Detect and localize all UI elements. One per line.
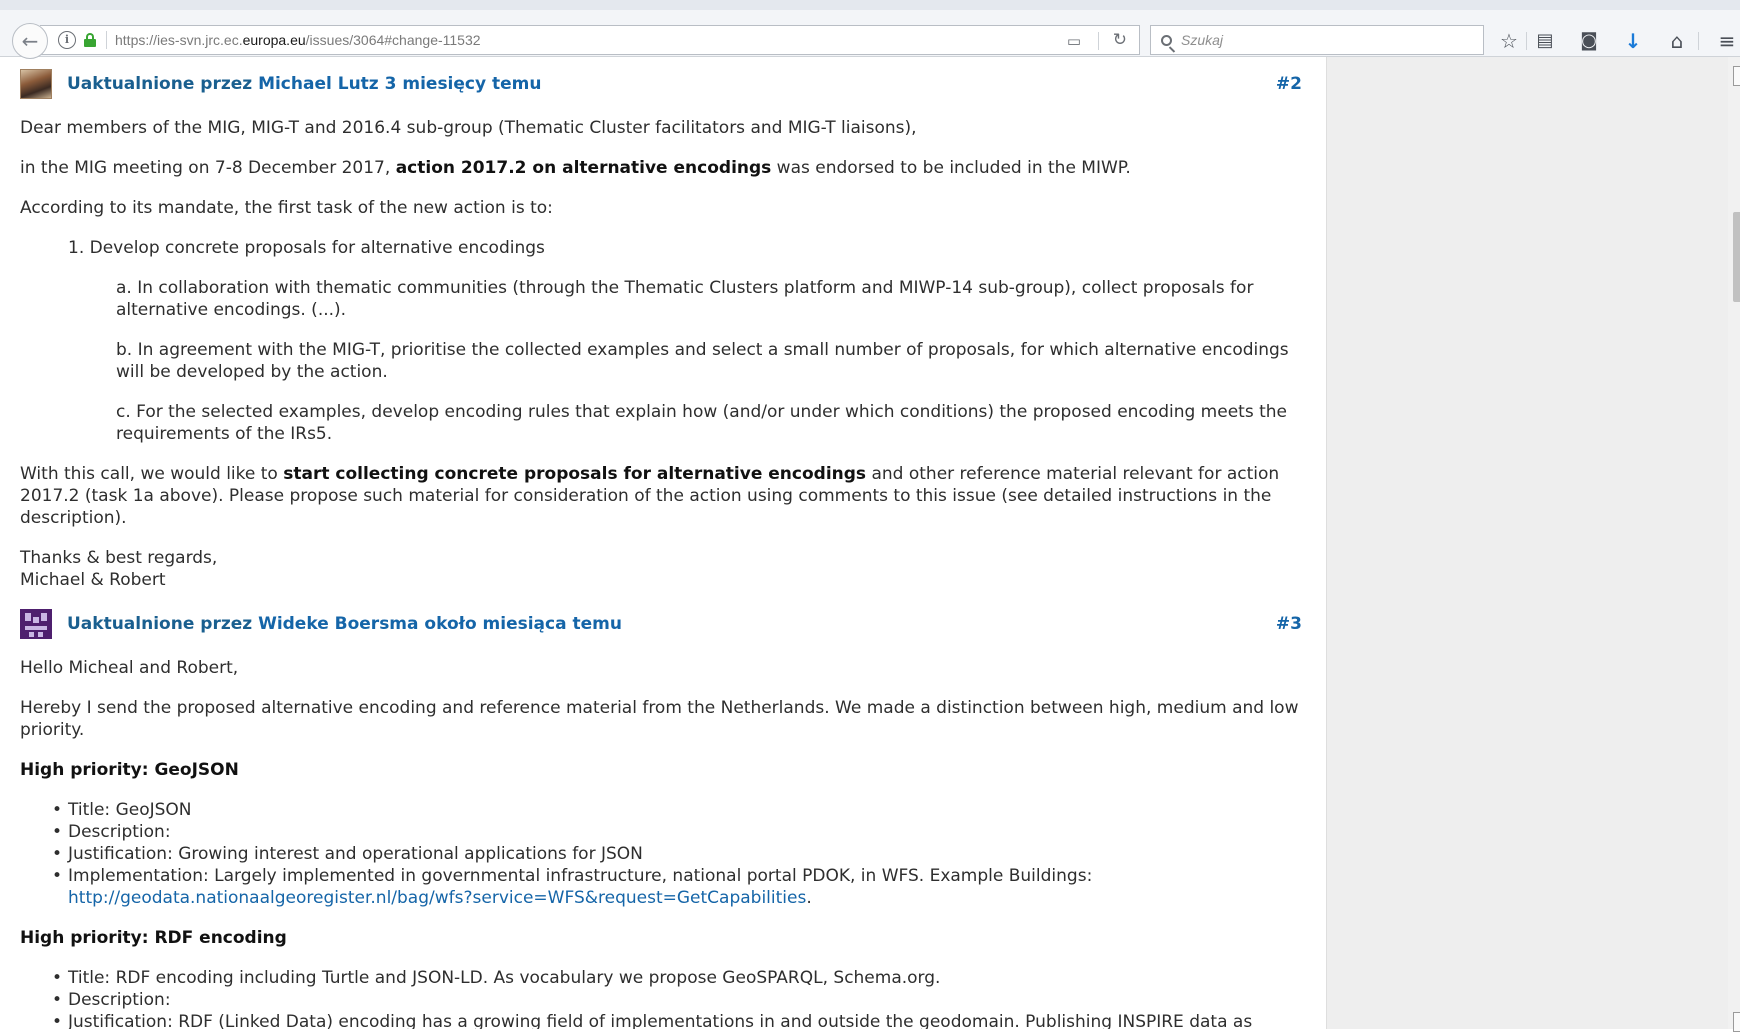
url-text[interactable]: https://ies-svn.jrc.ec.europa.eu/issues/… xyxy=(115,32,481,48)
geodata-link[interactable]: http://geodata.nationaalgeoregister.nl/b… xyxy=(68,888,806,908)
signature: Michael & Robert xyxy=(20,570,166,590)
search-icon xyxy=(1161,34,1172,46)
time-link[interactable]: 3 miesięcy temu xyxy=(385,74,542,94)
search-bar[interactable]: Szukaj xyxy=(1150,25,1484,55)
url-bar[interactable]: i https://ies-svn.jrc.ec.europa.eu/issue… xyxy=(40,25,1140,55)
sub-task-b: b. In agreement with the MIG-T, prioriti… xyxy=(116,340,1289,382)
issue-history: Uaktualnione przez Michael Lutz 3 miesię… xyxy=(0,57,1326,1029)
sub-task-c: c. For the selected examples, develop en… xyxy=(116,402,1287,444)
sub-task-a: a. In collaboration with thematic commun… xyxy=(116,278,1254,320)
time-link[interactable]: około miesiąca temu xyxy=(424,614,622,634)
reload-icon[interactable]: ↻ xyxy=(1113,30,1127,50)
paragraph: According to its mandate, the first task… xyxy=(20,198,553,218)
back-button[interactable]: ← xyxy=(12,23,48,59)
list-item: Justification: RDF (Linked Data) encodin… xyxy=(20,1011,1310,1029)
rdf-list: Title: RDF encoding including Turtle and… xyxy=(20,967,1310,1029)
journal-number-link[interactable]: #3 xyxy=(1276,614,1302,634)
journal-number-link[interactable]: #2 xyxy=(1276,74,1302,94)
search-placeholder: Szukaj xyxy=(1181,32,1224,48)
avatar xyxy=(20,609,52,639)
list-item: Title: RDF encoding including Turtle and… xyxy=(20,967,1310,989)
journal-title: Uaktualnione przez Wideke Boersma około … xyxy=(67,614,622,634)
paragraph: in the MIG meeting on 7-8 December 2017,… xyxy=(20,158,1131,178)
section-heading: High priority: GeoJSON xyxy=(20,760,239,780)
list-item: Title: GeoJSON xyxy=(20,799,1310,821)
author-link[interactable]: Wideke Boersma xyxy=(258,614,418,634)
home-icon[interactable]: ⌂ xyxy=(1664,28,1690,54)
tab-strip xyxy=(0,0,1740,11)
journal-header: Uaktualnione przez Michael Lutz 3 miesię… xyxy=(20,69,1302,99)
menu-icon[interactable]: ≡ xyxy=(1714,28,1740,54)
divider xyxy=(1098,32,1099,50)
list-item: Description: xyxy=(20,821,1310,843)
lock-icon[interactable] xyxy=(84,33,96,47)
bookmarks-library-icon[interactable]: ▤ xyxy=(1532,28,1558,54)
list-item: Justification: Growing interest and oper… xyxy=(20,843,1310,865)
divider xyxy=(1526,32,1527,50)
info-icon[interactable]: i xyxy=(58,31,76,49)
scrollbar[interactable] xyxy=(1728,57,1740,1029)
sidebar xyxy=(1326,57,1740,1029)
avatar xyxy=(20,69,52,99)
pocket-icon[interactable]: ◙ xyxy=(1576,28,1602,54)
scroll-up-button[interactable] xyxy=(1733,66,1740,86)
task-item: 1. Develop concrete proposals for altern… xyxy=(68,238,545,258)
journal-title: Uaktualnione przez Michael Lutz 3 miesię… xyxy=(67,74,542,94)
scroll-down-button[interactable] xyxy=(1733,1012,1740,1032)
download-icon[interactable]: ↓ xyxy=(1620,28,1646,54)
paragraph: With this call, we would like to start c… xyxy=(20,464,1280,528)
arrow-left-icon: ← xyxy=(21,29,39,53)
divider xyxy=(1698,32,1699,50)
list-item: Description: xyxy=(20,989,1310,1011)
paragraph: Dear members of the MIG, MIG-T and 2016.… xyxy=(20,118,917,138)
paragraph: Hereby I send the proposed alternative e… xyxy=(20,698,1299,740)
scrollbar-thumb[interactable] xyxy=(1733,212,1740,302)
paragraph: Hello Micheal and Robert, xyxy=(20,658,239,678)
author-link[interactable]: Michael Lutz xyxy=(258,74,379,94)
paragraph: Thanks & best regards, xyxy=(20,548,218,568)
reader-view-icon[interactable]: ▭ xyxy=(1067,32,1081,50)
divider xyxy=(106,31,107,49)
journal-header: Uaktualnione przez Wideke Boersma około … xyxy=(20,609,1302,639)
bookmark-star-icon[interactable]: ☆ xyxy=(1496,28,1522,54)
geojson-list: Title: GeoJSON Description: Justificatio… xyxy=(20,799,1310,909)
navigation-toolbar: i https://ies-svn.jrc.ec.europa.eu/issue… xyxy=(0,10,1740,59)
list-item: Implementation: Largely implemented in g… xyxy=(20,865,1310,909)
section-heading: High priority: RDF encoding xyxy=(20,928,287,948)
